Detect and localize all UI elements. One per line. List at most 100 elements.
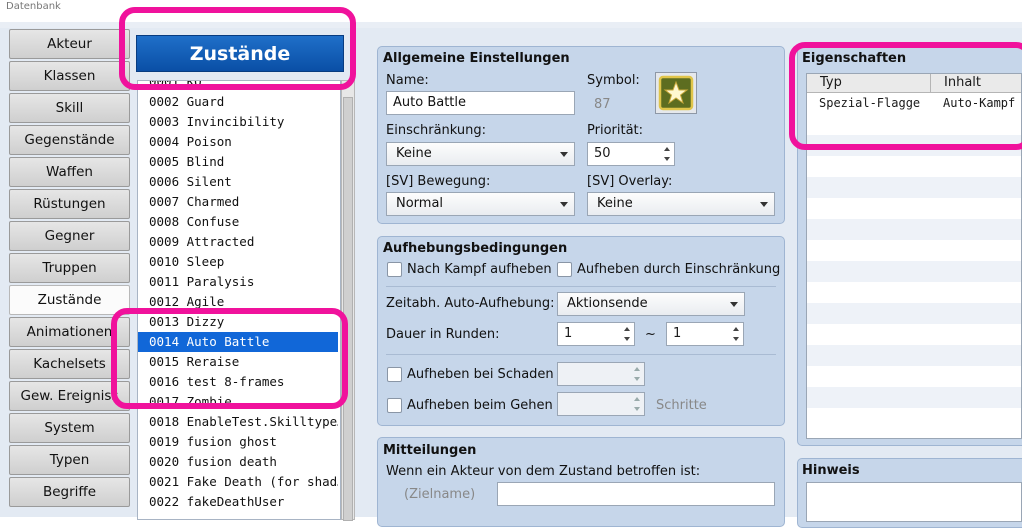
table-row-empty[interactable] (807, 387, 1021, 408)
auto-removal-value: Aktionsende (567, 296, 648, 311)
states-list-scrollbar[interactable] (341, 80, 355, 521)
state-icon-picker[interactable] (655, 72, 697, 114)
stepper-down-icon[interactable] (624, 337, 630, 341)
restriction-select[interactable]: Keine (386, 142, 575, 166)
list-item[interactable]: 0009 Attracted (138, 232, 338, 252)
list-item[interactable]: 0022 fakeDeathUser (138, 492, 338, 512)
removal-conditions-title: Aufhebungsbedingungen (383, 241, 568, 256)
table-row-empty[interactable] (807, 240, 1021, 261)
note-textarea[interactable] (806, 482, 1022, 522)
name-input[interactable]: Auto Battle (386, 91, 575, 115)
duration-range-separator: ~ (645, 327, 656, 342)
list-item[interactable]: 0002 Guard (138, 92, 338, 112)
priority-stepper[interactable]: 50 (587, 142, 675, 166)
duration-min-stepper[interactable]: 1 (557, 322, 635, 346)
duration-max-stepper[interactable]: 1 (666, 322, 744, 346)
actor-message-input[interactable] (497, 482, 775, 506)
priority-value: 50 (594, 146, 611, 161)
table-row-empty[interactable] (807, 303, 1021, 324)
divider (386, 354, 776, 355)
star-icon (658, 75, 694, 111)
stepper-down-icon (634, 377, 640, 381)
nav-item-akteur[interactable]: Akteur (9, 29, 130, 59)
restriction-value: Keine (396, 146, 432, 161)
highlight-ring (111, 308, 348, 409)
window-title: Datenbank (6, 1, 61, 12)
target-name-placeholder: (Zielname) (404, 487, 476, 502)
stepper-up-icon (634, 367, 640, 371)
stepper-up-icon[interactable] (733, 327, 739, 331)
nav-item-gegner[interactable]: Gegner (9, 221, 130, 251)
divider (386, 286, 776, 287)
duration-label: Dauer in Runden: (386, 327, 500, 342)
table-row-empty[interactable] (807, 219, 1021, 240)
table-row-empty[interactable] (807, 345, 1021, 366)
list-item[interactable]: 0011 Paralysis (138, 272, 338, 292)
table-row-empty[interactable] (807, 366, 1021, 387)
chevron-down-icon (730, 302, 738, 307)
table-row-empty[interactable] (807, 282, 1021, 303)
nav-item-typen[interactable]: Typen (9, 445, 130, 475)
chevron-down-icon (760, 202, 768, 207)
remove-by-damage-checkbox[interactable] (387, 367, 402, 382)
auto-removal-label: Zeitabh. Auto-Aufhebung: (386, 296, 555, 311)
list-item[interactable]: 0005 Blind (138, 152, 338, 172)
steps-label: Schritte (656, 398, 707, 413)
list-item[interactable]: 0008 Confuse (138, 212, 338, 232)
overlay-value: Keine (597, 196, 633, 211)
overlay-select[interactable]: Keine (587, 192, 775, 216)
list-item[interactable]: 0018 EnableTest.Skilltype… (138, 412, 338, 432)
list-item[interactable]: 0020 fusion death (138, 452, 338, 472)
stepper-down-icon[interactable] (733, 337, 739, 341)
remove-after-battle-label[interactable]: Nach Kampf aufheben (407, 262, 552, 277)
states-list[interactable]: 0001 KO 0002 Guard 0003 Invincibility 00… (137, 80, 341, 520)
nav-item-ruestungen[interactable]: Rüstungen (9, 189, 130, 219)
list-item[interactable]: 0003 Invincibility (138, 112, 338, 132)
table-row-empty[interactable] (807, 261, 1021, 282)
stepper-up-icon (634, 397, 640, 401)
chevron-down-icon (560, 202, 568, 207)
list-item[interactable]: 0007 Charmed (138, 192, 338, 212)
highlight-ring (119, 7, 356, 90)
stepper-down-icon[interactable] (664, 157, 670, 161)
nav-item-gegenstaende[interactable]: Gegenstände (9, 125, 130, 155)
nav-item-begriffe[interactable]: Begriffe (9, 477, 130, 507)
nav-item-waffen[interactable]: Waffen (9, 157, 130, 187)
remove-after-battle-checkbox[interactable] (387, 262, 402, 277)
remove-by-restriction-label[interactable]: Aufheben durch Einschränkung (577, 262, 780, 277)
remove-by-walking-checkbox[interactable] (387, 398, 402, 413)
nav-item-skill[interactable]: Skill (9, 93, 130, 123)
nav-item-klassen[interactable]: Klassen (9, 61, 130, 91)
list-item[interactable]: 0006 Silent (138, 172, 338, 192)
note-title: Hinweis (802, 463, 860, 478)
motion-value: Normal (396, 196, 444, 211)
motion-select[interactable]: Normal (386, 192, 575, 216)
damage-percent-stepper (557, 362, 645, 386)
scrollbar-thumb[interactable] (343, 97, 353, 521)
remove-by-damage-label[interactable]: Aufheben bei Schaden (407, 367, 554, 382)
nav-item-truppen[interactable]: Truppen (9, 253, 130, 283)
nav-item-system[interactable]: System (9, 413, 130, 443)
table-row-empty[interactable] (807, 198, 1021, 219)
list-item[interactable]: 0004 Poison (138, 132, 338, 152)
overlay-label: [SV] Overlay: (587, 174, 673, 189)
duration-max-value: 1 (673, 326, 682, 341)
list-item[interactable]: 0021 Fake Death (for shad… (138, 472, 338, 492)
stepper-up-icon[interactable] (664, 147, 670, 151)
stepper-down-icon (634, 407, 640, 411)
table-row-empty[interactable] (807, 324, 1021, 345)
stepper-up-icon[interactable] (624, 327, 630, 331)
table-row-empty[interactable] (807, 156, 1021, 177)
list-item[interactable]: 0019 fusion ghost (138, 432, 338, 452)
auto-removal-select[interactable]: Aktionsende (557, 292, 745, 316)
list-item[interactable]: 0010 Sleep (138, 252, 338, 272)
symbol-label: Symbol: (587, 73, 640, 88)
table-row-empty[interactable] (807, 177, 1021, 198)
database-nav: Akteur Klassen Skill Gegenstände Waffen … (9, 29, 130, 509)
name-label: Name: (386, 73, 429, 88)
nav-item-zustaende[interactable]: Zustände (9, 285, 130, 315)
remove-by-walking-label[interactable]: Aufheben beim Gehen (407, 398, 553, 413)
actor-message-label: Wenn ein Akteur von dem Zustand betroffe… (386, 464, 701, 479)
remove-by-restriction-checkbox[interactable] (557, 262, 572, 277)
walking-steps-stepper (557, 392, 645, 416)
